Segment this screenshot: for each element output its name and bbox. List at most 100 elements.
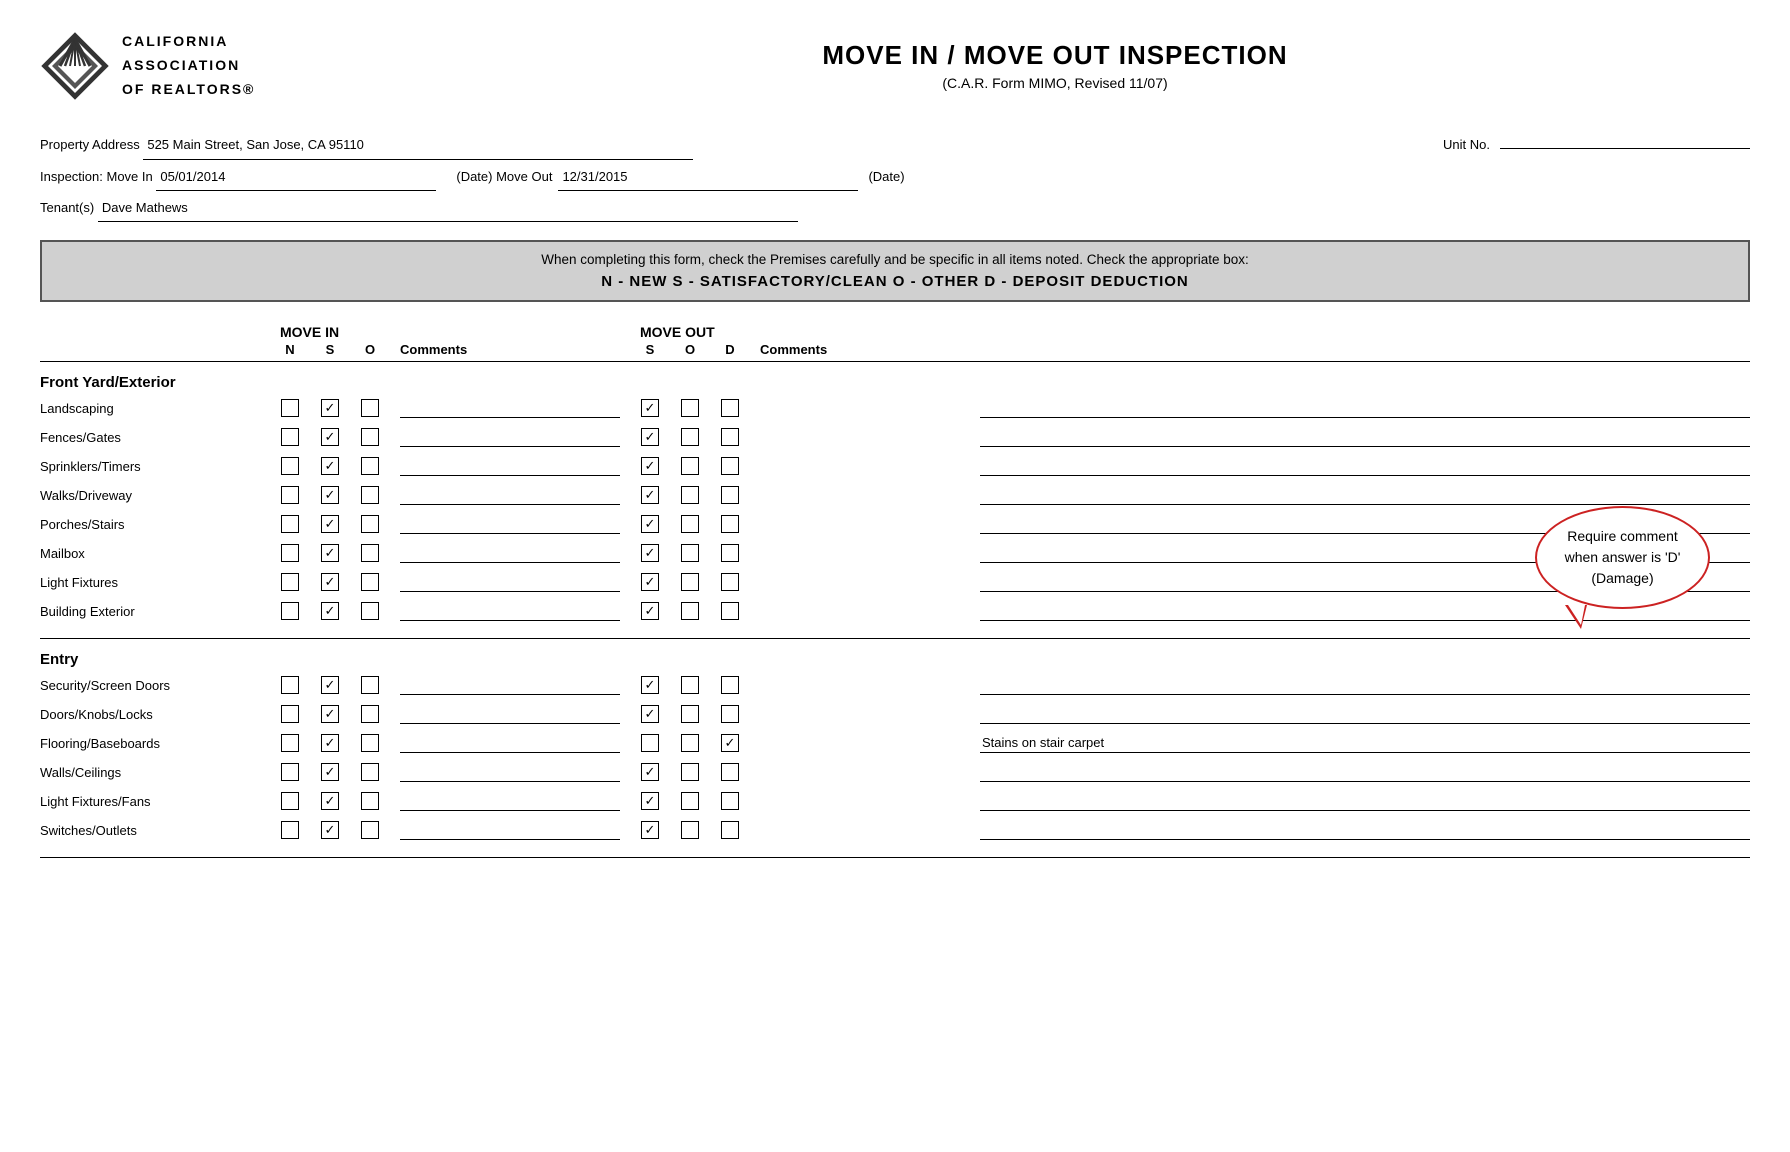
mi-mi_s-checkbox[interactable] xyxy=(321,544,339,562)
mi-mi_o-checkbox[interactable] xyxy=(361,515,379,533)
mi-mi_o-checkbox[interactable] xyxy=(361,573,379,591)
mi-mi_n-checkbox[interactable] xyxy=(281,428,299,446)
mi-mi_n-checkbox[interactable] xyxy=(281,676,299,694)
mo-comment-area xyxy=(970,820,1750,840)
mo-mo_d-checkbox[interactable] xyxy=(721,515,739,533)
mi-mi_o-checkbox[interactable] xyxy=(361,792,379,810)
mi-mi_o-cell xyxy=(350,734,390,752)
mi-mi_o-checkbox[interactable] xyxy=(361,399,379,417)
mo-mo_s-checkbox[interactable] xyxy=(641,515,659,533)
mi-mi_n-checkbox[interactable] xyxy=(281,792,299,810)
mo-mo_o-checkbox[interactable] xyxy=(681,705,699,723)
mo-mo_d-cell xyxy=(710,792,750,810)
mi-mi_s-checkbox[interactable] xyxy=(321,676,339,694)
mo-mo_s-checkbox[interactable] xyxy=(641,763,659,781)
mo-mo_o-checkbox[interactable] xyxy=(681,821,699,839)
mi-mi_n-checkbox[interactable] xyxy=(281,602,299,620)
move-in-cells xyxy=(270,514,630,534)
mo-mo_s-checkbox[interactable] xyxy=(641,705,659,723)
mi-mi_o-checkbox[interactable] xyxy=(361,457,379,475)
mi-mi_o-checkbox[interactable] xyxy=(361,763,379,781)
mo-mo_d-checkbox[interactable] xyxy=(721,544,739,562)
mi-mi_s-checkbox[interactable] xyxy=(321,573,339,591)
mi-mi_n-checkbox[interactable] xyxy=(281,705,299,723)
mo-mo_d-checkbox[interactable] xyxy=(721,734,739,752)
mo-mo_d-cell xyxy=(710,734,750,752)
mi-mi_s-checkbox[interactable] xyxy=(321,792,339,810)
mo-mo_d-checkbox[interactable] xyxy=(721,821,739,839)
mo-mo_d-checkbox[interactable] xyxy=(721,792,739,810)
logo-text: CALIFORNIA ASSOCIATION OF REALTORS® xyxy=(122,30,255,101)
mi-mi_s-checkbox[interactable] xyxy=(321,734,339,752)
row-item-label: Mailbox xyxy=(40,546,270,561)
mi-mi_o-checkbox[interactable] xyxy=(361,486,379,504)
mo-mo_s-checkbox[interactable] xyxy=(641,399,659,417)
mo-mo_d-checkbox[interactable] xyxy=(721,486,739,504)
mi-mi_s-checkbox[interactable] xyxy=(321,763,339,781)
mo-mo_d-checkbox[interactable] xyxy=(721,763,739,781)
mo-mo_d-checkbox[interactable] xyxy=(721,676,739,694)
mo-mo_o-checkbox[interactable] xyxy=(681,486,699,504)
mi-mi_s-checkbox[interactable] xyxy=(321,457,339,475)
mi-mi_o-checkbox[interactable] xyxy=(361,734,379,752)
mo-mo_d-checkbox[interactable] xyxy=(721,705,739,723)
mo-mo_d-checkbox[interactable] xyxy=(721,399,739,417)
mi-mi_n-checkbox[interactable] xyxy=(281,457,299,475)
mo-mo_s-checkbox[interactable] xyxy=(641,573,659,591)
mi-o-header: O xyxy=(350,342,390,357)
mo-mo_o-checkbox[interactable] xyxy=(681,676,699,694)
mo-comment-area xyxy=(970,398,1750,418)
table-row: Flooring/BaseboardsStains on stair carpe… xyxy=(40,730,1750,756)
mi-mi_o-checkbox[interactable] xyxy=(361,821,379,839)
mo-mo_d-checkbox[interactable] xyxy=(721,573,739,591)
mo-mo_o-checkbox[interactable] xyxy=(681,602,699,620)
mo-mo_o-checkbox[interactable] xyxy=(681,763,699,781)
mo-mo_s-checkbox[interactable] xyxy=(641,821,659,839)
mi-mi_o-checkbox[interactable] xyxy=(361,544,379,562)
mo-comment-area: Stains on stair carpet xyxy=(970,733,1750,753)
mi-mi_n-checkbox[interactable] xyxy=(281,399,299,417)
mo-mo_o-checkbox[interactable] xyxy=(681,573,699,591)
mo-mo_s-checkbox[interactable] xyxy=(641,544,659,562)
mo-mo_o-checkbox[interactable] xyxy=(681,734,699,752)
mi-mi_o-checkbox[interactable] xyxy=(361,705,379,723)
mo-mo_s-checkbox[interactable] xyxy=(641,792,659,810)
mi-mi_o-checkbox[interactable] xyxy=(361,676,379,694)
mi-mi_s-checkbox[interactable] xyxy=(321,705,339,723)
mo-mo_o-checkbox[interactable] xyxy=(681,428,699,446)
mo-mo_d-checkbox[interactable] xyxy=(721,602,739,620)
mi-mi_n-checkbox[interactable] xyxy=(281,763,299,781)
mi-mi_o-cell xyxy=(350,515,390,533)
mi-mi_s-checkbox[interactable] xyxy=(321,515,339,533)
mo-mo_s-checkbox[interactable] xyxy=(641,602,659,620)
mo-mo_s-checkbox[interactable] xyxy=(641,734,659,752)
mi-mi_n-checkbox[interactable] xyxy=(281,486,299,504)
mi-mi_s-checkbox[interactable] xyxy=(321,428,339,446)
mo-mo_o-checkbox[interactable] xyxy=(681,544,699,562)
mo-mo_d-checkbox[interactable] xyxy=(721,428,739,446)
mo-mo_o-checkbox[interactable] xyxy=(681,792,699,810)
mi-mi_n-checkbox[interactable] xyxy=(281,544,299,562)
mo-mo_o-checkbox[interactable] xyxy=(681,399,699,417)
move-in-cells xyxy=(270,456,630,476)
mi-mi_s-checkbox[interactable] xyxy=(321,821,339,839)
mo-mo_o-checkbox[interactable] xyxy=(681,515,699,533)
mi-mi_o-checkbox[interactable] xyxy=(361,602,379,620)
mo-mo_s-checkbox[interactable] xyxy=(641,457,659,475)
mi-mi_s-checkbox[interactable] xyxy=(321,486,339,504)
mo-mo_s-checkbox[interactable] xyxy=(641,486,659,504)
mi-mi_n-checkbox[interactable] xyxy=(281,515,299,533)
mo-mo_d-cell xyxy=(710,676,750,694)
mo-mo_o-checkbox[interactable] xyxy=(681,457,699,475)
mi-mi_s-checkbox[interactable] xyxy=(321,602,339,620)
mo-mo_d-checkbox[interactable] xyxy=(721,457,739,475)
mi-mi_n-checkbox[interactable] xyxy=(281,734,299,752)
title-area: MOVE IN / MOVE OUT INSPECTION (C.A.R. Fo… xyxy=(360,40,1750,91)
mo-mo_s-checkbox[interactable] xyxy=(641,676,659,694)
mi-mi_s-checkbox[interactable] xyxy=(321,399,339,417)
mi-mi_n-checkbox[interactable] xyxy=(281,573,299,591)
mi-mi_n-checkbox[interactable] xyxy=(281,821,299,839)
mo-mo_o-cell xyxy=(670,544,710,562)
mi-mi_o-checkbox[interactable] xyxy=(361,428,379,446)
mo-mo_s-checkbox[interactable] xyxy=(641,428,659,446)
